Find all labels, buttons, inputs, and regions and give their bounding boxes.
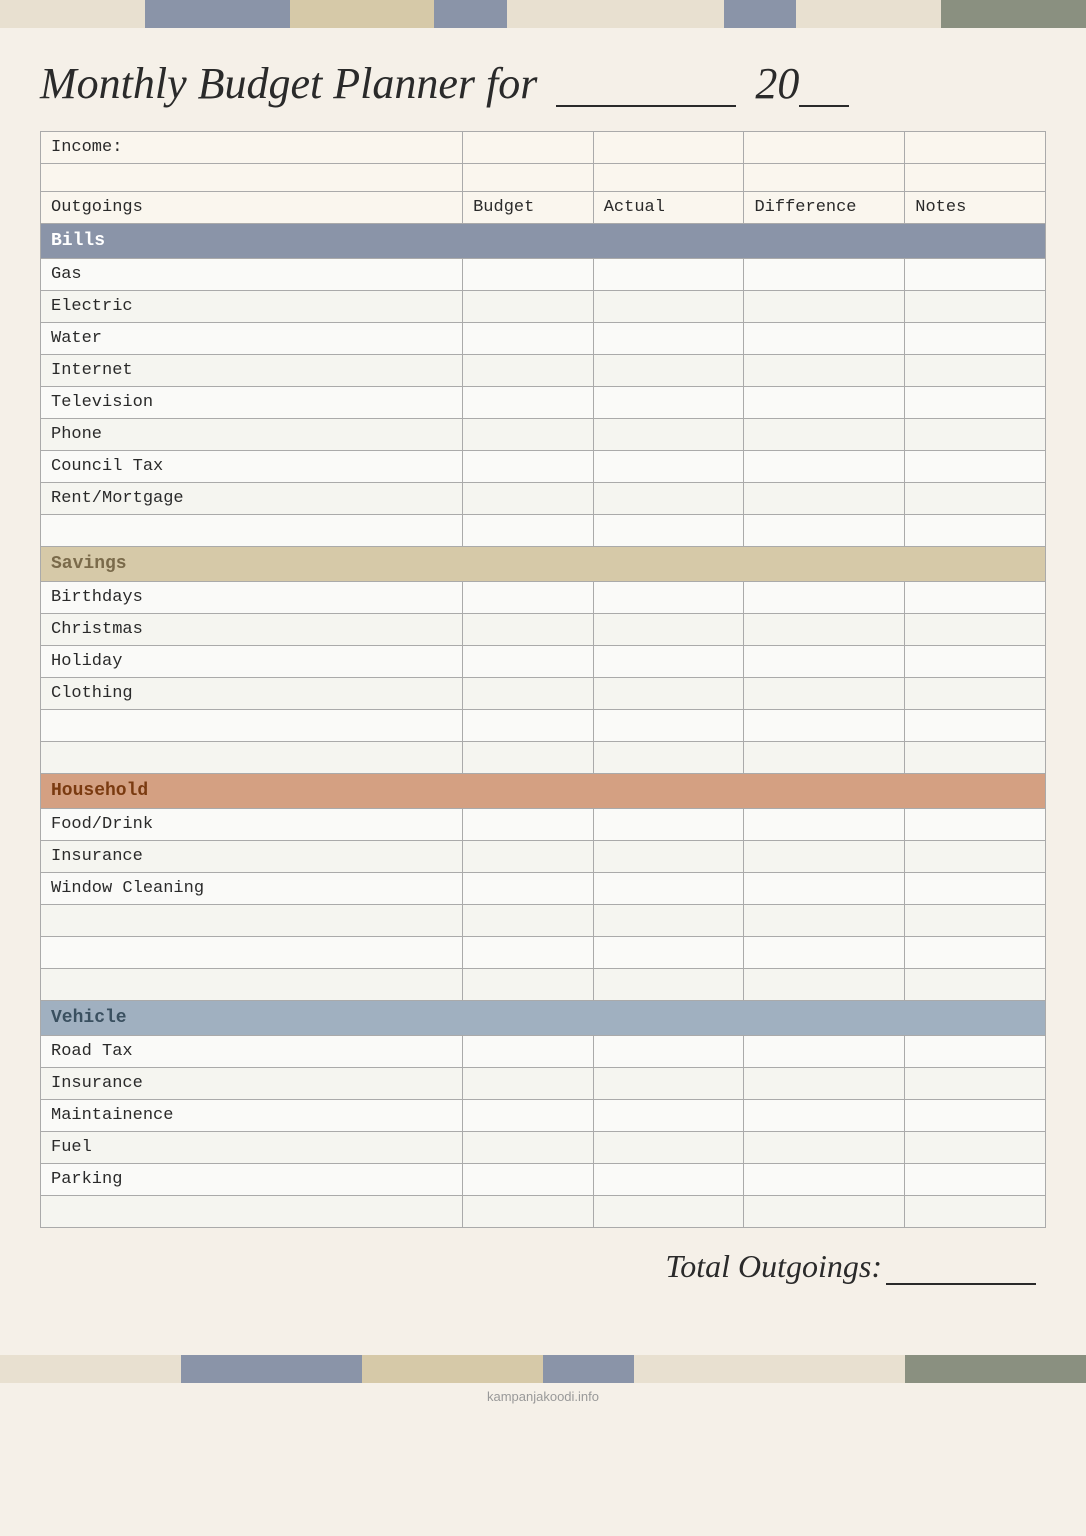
bottombar-segment: [905, 1355, 1086, 1383]
table-row: [41, 904, 1046, 936]
budget-table: Income: Outgoings Budget Actual Differen…: [40, 131, 1046, 1228]
col-difference: Difference: [744, 191, 905, 223]
table-row: Water: [41, 322, 1046, 354]
table-row: [41, 1195, 1046, 1227]
table-row: Christmas: [41, 613, 1046, 645]
table-row: Council Tax: [41, 450, 1046, 482]
table-row: [41, 968, 1046, 1000]
section-header-household: Household: [41, 773, 1046, 808]
bottombar-segment: [181, 1355, 362, 1383]
row-label-vehicle-1: Insurance: [41, 1067, 463, 1099]
topbar-segment: [0, 0, 145, 28]
topbar-segment: [507, 0, 724, 28]
col-actual: Actual: [593, 191, 744, 223]
row-label-vehicle-4: Parking: [41, 1163, 463, 1195]
topbar-segment: [796, 0, 941, 28]
title-line-spacer: [556, 105, 736, 107]
row-label-bills-3: Internet: [41, 354, 463, 386]
section-header-savings: Savings: [41, 546, 1046, 581]
table-row: Parking: [41, 1163, 1046, 1195]
row-label-bills-0: Gas: [41, 258, 463, 290]
table-row: Window Cleaning: [41, 872, 1046, 904]
table-row: Food/Drink: [41, 808, 1046, 840]
row-label-vehicle-3: Fuel: [41, 1131, 463, 1163]
table-row: Electric: [41, 290, 1046, 322]
table-row: Insurance: [41, 840, 1046, 872]
col-outgoings: Outgoings: [41, 191, 463, 223]
table-row: [41, 741, 1046, 773]
title-year: 20: [755, 59, 799, 108]
table-row: [41, 514, 1046, 546]
row-label-bills-6: Council Tax: [41, 450, 463, 482]
row-label-bills-5: Phone: [41, 418, 463, 450]
topbar-segment: [434, 0, 506, 28]
row-label-savings-2: Holiday: [41, 645, 463, 677]
topbar-segment: [290, 0, 435, 28]
bottombar-segment: [634, 1355, 906, 1383]
table-row: Phone: [41, 418, 1046, 450]
col-notes: Notes: [905, 191, 1046, 223]
table-row: [41, 936, 1046, 968]
table-row: Holiday: [41, 645, 1046, 677]
row-label-bills-7: Rent/Mortgage: [41, 482, 463, 514]
row-label-bills-2: Water: [41, 322, 463, 354]
row-label-savings-1: Christmas: [41, 613, 463, 645]
total-line: [886, 1283, 1036, 1285]
table-row: Birthdays: [41, 581, 1046, 613]
row-label-savings-0: Birthdays: [41, 581, 463, 613]
bottombar-segment: [0, 1355, 181, 1383]
table-row: Television: [41, 386, 1046, 418]
page-title: Monthly Budget Planner for 20: [40, 58, 1046, 111]
bottombar-segment: [543, 1355, 634, 1383]
bottom-bar: [0, 1355, 1086, 1383]
total-outgoings-label: Total Outgoings:: [665, 1248, 882, 1284]
watermark: kampanjakoodi.info: [0, 1383, 1086, 1408]
table-row: Maintainence: [41, 1099, 1046, 1131]
table-row: Clothing: [41, 677, 1046, 709]
total-outgoings: Total Outgoings:: [40, 1228, 1046, 1295]
table-row: Internet: [41, 354, 1046, 386]
topbar-segment: [941, 0, 1086, 28]
row-label-vehicle-2: Maintainence: [41, 1099, 463, 1131]
row-label-bills-4: Television: [41, 386, 463, 418]
section-header-bills: Bills: [41, 223, 1046, 258]
column-headers: Outgoings Budget Actual Difference Notes: [41, 191, 1046, 223]
row-label-savings-3: Clothing: [41, 677, 463, 709]
income-row: Income:: [41, 131, 1046, 163]
row-label-household-2: Window Cleaning: [41, 872, 463, 904]
row-label-vehicle-0: Road Tax: [41, 1035, 463, 1067]
table-row: Road Tax: [41, 1035, 1046, 1067]
col-budget: Budget: [463, 191, 594, 223]
table-row: Insurance: [41, 1067, 1046, 1099]
row-label-household-0: Food/Drink: [41, 808, 463, 840]
table-row: Rent/Mortgage: [41, 482, 1046, 514]
section-header-vehicle: Vehicle: [41, 1000, 1046, 1035]
topbar-segment: [724, 0, 796, 28]
row-label-household-1: Insurance: [41, 840, 463, 872]
table-row: [41, 709, 1046, 741]
table-row: Fuel: [41, 1131, 1046, 1163]
title-year-line: [799, 105, 849, 107]
table-row: Gas: [41, 258, 1046, 290]
title-text: Monthly Budget Planner for: [40, 59, 537, 108]
row-label-bills-1: Electric: [41, 290, 463, 322]
top-bar: [0, 0, 1086, 28]
empty-row-1: [41, 163, 1046, 191]
topbar-segment: [145, 0, 290, 28]
bottombar-segment: [362, 1355, 543, 1383]
income-label: Income:: [41, 131, 463, 163]
